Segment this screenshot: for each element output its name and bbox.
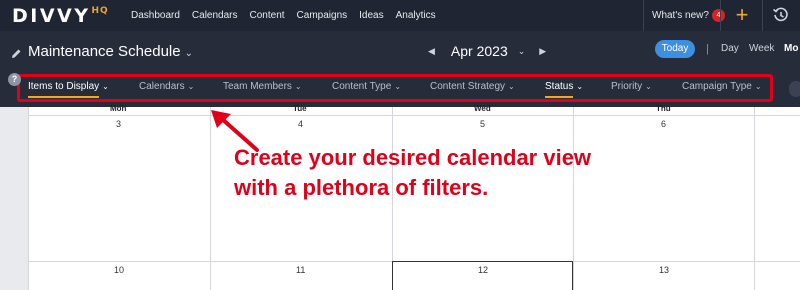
nav-divider (720, 0, 721, 31)
view-day-tab[interactable]: Day (721, 43, 739, 54)
filter-campaign-type[interactable]: Campaign Type ⌄ (682, 81, 762, 92)
filter-overflow-toggle[interactable] (789, 81, 800, 97)
next-month-icon[interactable]: ▶ (539, 46, 546, 57)
day-cell-number[interactable]: 5 (480, 119, 485, 129)
nav-divider (643, 0, 644, 31)
day-cell-number[interactable]: 13 (659, 265, 669, 275)
filter-label: Content Type (332, 81, 392, 92)
nav-link-ideas[interactable]: Ideas (359, 10, 383, 21)
nav-link-content[interactable]: Content (250, 10, 285, 21)
chevron-down-icon: ⌄ (645, 82, 652, 91)
filter-items-to-display[interactable]: Items to Display ⌄ (28, 81, 109, 98)
day-cell-number[interactable]: 10 (114, 265, 124, 275)
whats-new-button[interactable]: What's new? 4 (652, 0, 725, 31)
board-title-dropdown[interactable]: Maintenance Schedule ⌄ (28, 43, 193, 60)
day-cell-number[interactable]: 4 (298, 119, 303, 129)
filter-label: Team Members (223, 81, 292, 92)
filter-label: Priority (611, 81, 643, 92)
filter-priority[interactable]: Priority ⌄ (611, 81, 652, 92)
day-cell-number[interactable]: 6 (661, 119, 666, 129)
view-separator: | (706, 43, 709, 55)
weekday-header-thu: Thu (656, 104, 671, 113)
filter-label: Status (545, 81, 574, 92)
plus-icon[interactable]: + (733, 3, 751, 27)
nav-divider (762, 0, 763, 31)
weekday-header-tue: Tue (293, 104, 307, 113)
filter-label: Campaign Type (682, 81, 752, 92)
day-cell-number[interactable]: 12 (478, 265, 488, 275)
notification-badge: 4 (711, 9, 725, 22)
top-nav: DIVVY HQ Dashboard Calendars Content Cam… (0, 0, 800, 31)
filter-content-strategy[interactable]: Content Strategy ⌄ (430, 81, 515, 92)
divvyhq-logo[interactable]: DIVVY HQ (12, 5, 109, 27)
chevron-down-icon[interactable]: ⌄ (518, 46, 526, 57)
nav-link-analytics[interactable]: Analytics (396, 10, 436, 21)
logo-superscript: HQ (91, 6, 109, 16)
left-gutter (0, 107, 28, 290)
nav-links: Dashboard Calendars Content Campaigns Id… (131, 0, 448, 31)
filter-status[interactable]: Status ⌄ (545, 81, 584, 98)
chevron-down-icon: ⌄ (754, 82, 762, 91)
chevron-down-icon: ⌄ (576, 82, 584, 91)
help-icon[interactable]: ? (8, 73, 21, 86)
grid-line (754, 107, 755, 290)
filter-content-type[interactable]: Content Type ⌄ (332, 81, 401, 92)
view-month-tab[interactable]: Mo (784, 43, 798, 54)
history-icon[interactable] (772, 6, 790, 24)
grid-line (28, 107, 29, 290)
previous-month-icon[interactable]: ◀ (428, 46, 435, 57)
filter-label: Content Strategy (430, 81, 506, 92)
chevron-down-icon: ⌄ (102, 82, 109, 91)
grid-line (28, 115, 800, 116)
chevron-down-icon: ⌄ (294, 82, 302, 91)
annotation-callout: Create your desired calendar view with a… (234, 145, 592, 200)
weekday-header-wed: Wed (474, 104, 491, 113)
filter-label: Calendars (139, 81, 185, 92)
chevron-down-icon: ⌄ (184, 48, 193, 59)
nav-link-dashboard[interactable]: Dashboard (131, 10, 180, 21)
view-week-tab[interactable]: Week (749, 43, 774, 54)
pencil-icon[interactable] (11, 46, 22, 58)
current-month-label[interactable]: Apr 2023 (451, 43, 508, 59)
day-cell-number[interactable]: 11 (296, 265, 305, 275)
chevron-down-icon: ⌄ (394, 82, 402, 91)
whats-new-label: What's new? (652, 10, 709, 21)
weekday-header-mon: Mon (110, 104, 127, 113)
today-button[interactable]: Today (655, 40, 695, 58)
nav-link-calendars[interactable]: Calendars (192, 10, 238, 21)
board-title: Maintenance Schedule (28, 43, 181, 60)
filter-label: Items to Display (28, 81, 100, 92)
chevron-down-icon: ⌄ (508, 82, 515, 91)
filter-calendars[interactable]: Calendars ⌄ (139, 81, 194, 92)
day-cell-number[interactable]: 3 (116, 119, 121, 129)
month-navigator: ◀ Apr 2023 ⌄ ▶ (428, 41, 546, 61)
nav-link-campaigns[interactable]: Campaigns (297, 10, 348, 21)
chevron-down-icon: ⌄ (187, 82, 195, 91)
logo-text: DIVVY (12, 5, 91, 27)
filter-team-members[interactable]: Team Members ⌄ (223, 81, 302, 92)
